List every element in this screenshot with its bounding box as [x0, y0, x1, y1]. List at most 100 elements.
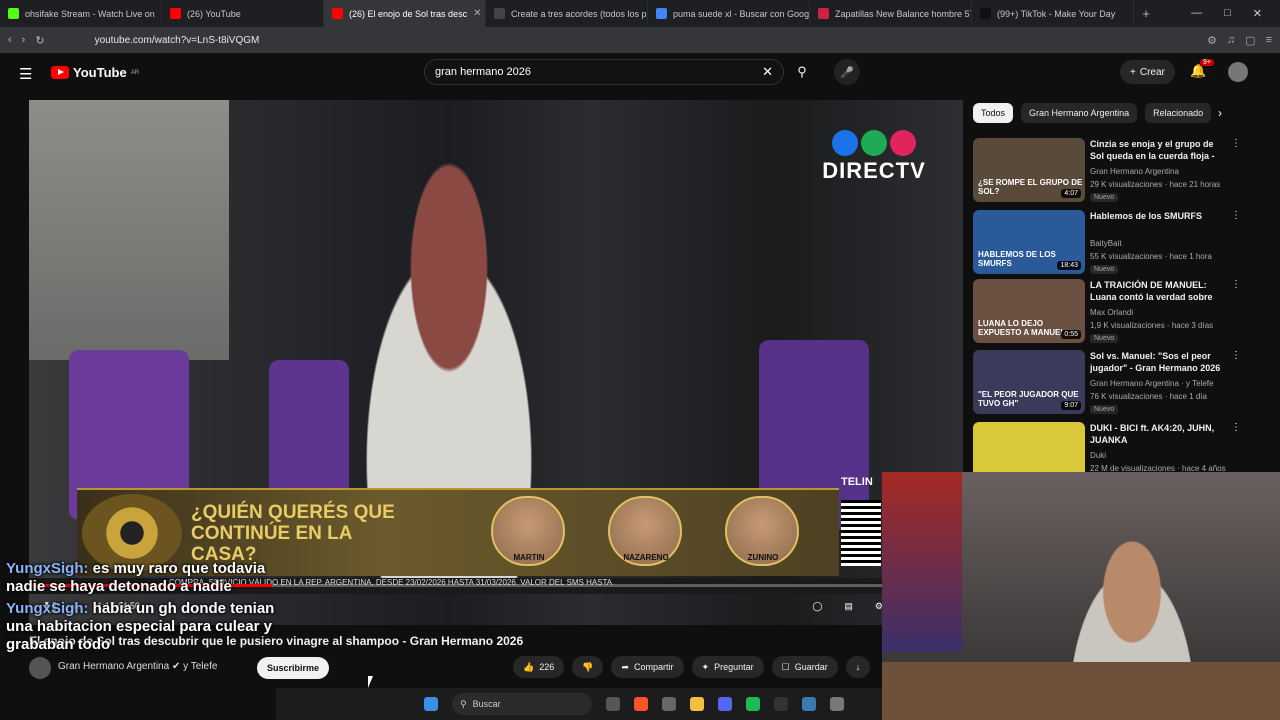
download-icon: ↓: [855, 662, 861, 672]
video-thumbnail[interactable]: LUANA LO DEJO EXPUESTO A MANUEL 0:55: [973, 279, 1085, 343]
recommendation-item[interactable]: ¿SE ROMPE EL GRUPO DE SOL? 4:07 Cinzia se …: [973, 138, 1243, 202]
reload-icon[interactable]: ↻: [35, 34, 44, 47]
video-player[interactable]: DIRECTV ¿QUIÉN QUERÉS QUE CONTINÚE EN LA…: [29, 100, 963, 625]
close-window-icon[interactable]: ✕: [1253, 7, 1262, 20]
like-button[interactable]: 👍 226: [513, 656, 565, 678]
filter-chip[interactable]: Todos: [973, 103, 1014, 123]
recommendation-item[interactable]: "EL PEOR JUGADOR QUE TUVO GH" 9:07 Sol vs.…: [973, 350, 1243, 414]
tab-favicon-icon: [980, 8, 991, 19]
youtube-header: ☰ YouTube AR gran hermano 2026 ✕ ⚲ 🎤 + Cr…: [0, 53, 1280, 93]
browser-tab[interactable]: ohsifake Stream - Watch Live on: [0, 0, 162, 27]
music-icon[interactable]: ♫: [1227, 34, 1235, 47]
channel-avatar[interactable]: [29, 657, 51, 679]
windows-start-icon[interactable]: [424, 697, 438, 711]
filter-chip[interactable]: Relacionado: [1145, 103, 1212, 123]
verified-icon: ✔: [171, 661, 181, 672]
forward-icon[interactable]: ›: [22, 34, 26, 46]
search-icon: ⚲: [797, 64, 807, 79]
discord-icon[interactable]: [718, 697, 732, 711]
minimize-icon[interactable]: —: [1191, 7, 1202, 20]
sponsor-label: TELIN: [841, 476, 873, 488]
recommendation-title[interactable]: Hablemos de los SMURFS: [1090, 210, 1230, 222]
youtube-logo[interactable]: YouTube AR: [51, 65, 139, 80]
video-thumbnail[interactable]: ¿SE ROMPE EL GRUPO DE SOL? 4:07: [973, 138, 1085, 202]
video-thumbnail[interactable]: HABLEMOS DE LOS SMURFS 18:43: [973, 210, 1085, 274]
more-vert-icon[interactable]: ⋮: [1231, 210, 1241, 221]
browser-tab[interactable]: (26) YouTube: [162, 0, 324, 27]
windows-taskbar: ⚲ Buscar: [276, 688, 882, 720]
task-view-icon[interactable]: [606, 697, 620, 711]
directv-dot: [861, 130, 887, 156]
more-vert-icon[interactable]: ⋮: [1231, 422, 1241, 433]
video-thumbnail[interactable]: "EL PEOR JUGADOR QUE TUVO GH" 9:07: [973, 350, 1085, 414]
settings-icon[interactable]: [830, 697, 844, 711]
new-tab-button[interactable]: +: [1134, 6, 1158, 21]
recommendation-item[interactable]: HABLEMOS DE LOS SMURFS 18:43 Hablemos de l…: [973, 210, 1243, 274]
recommendation-title[interactable]: LA TRAICIÓN DE MANUEL: Luana contó la ve…: [1090, 279, 1230, 304]
brave-icon[interactable]: [634, 697, 648, 711]
url-text[interactable]: youtube.com/watch?v=LnS-t8iVQGM: [95, 35, 1197, 46]
create-button[interactable]: + Crear: [1120, 60, 1175, 84]
extension-icon[interactable]: ⚙: [1207, 34, 1217, 47]
recommendation-channel[interactable]: Duki: [1090, 451, 1106, 460]
channel-name[interactable]: Gran Hermano Argentina ✔ y Telefe: [58, 661, 217, 672]
menu-icon[interactable]: ☰: [19, 65, 32, 83]
duration-badge: 18:43: [1057, 261, 1081, 270]
more-vert-icon[interactable]: ⋮: [1231, 279, 1241, 290]
recommendation-title[interactable]: Sol vs. Manuel: "Sos el peor jugador" - …: [1090, 350, 1230, 374]
maximize-icon[interactable]: □: [1224, 7, 1231, 20]
more-vert-icon[interactable]: ⋮: [1231, 138, 1241, 149]
browser-tab[interactable]: puma suede xl - Buscar con Google: [648, 0, 810, 27]
candidate-name: MARTIN: [513, 553, 545, 562]
menu-icon[interactable]: ≡: [1266, 34, 1272, 47]
sidebar-icon[interactable]: ▢: [1245, 34, 1255, 47]
download-button[interactable]: ↓: [845, 656, 871, 678]
candidate-card: MARTIN: [491, 496, 567, 566]
app-icon[interactable]: [802, 697, 816, 711]
subscribe-button[interactable]: Suscribirme: [257, 657, 330, 679]
subtitles-icon[interactable]: ▤: [844, 601, 853, 612]
new-badge: Nuevo: [1090, 265, 1119, 274]
filter-chip[interactable]: Gran Hermano Argentina: [1021, 103, 1138, 123]
dislike-button[interactable]: 👎: [572, 656, 604, 678]
more-vert-icon[interactable]: ⋮: [1231, 350, 1241, 361]
autoplay-icon[interactable]: ◯: [812, 601, 822, 612]
recommendation-title[interactable]: DUKI - BICI ft. AK4:20, JUHN, JUANKA: [1090, 422, 1230, 446]
video-actions: 👍 226 👎 ➦ Compartir ✦ Preguntar ☐ Guardar ↓: [513, 656, 871, 678]
filter-chips: Todos Gran Hermano Argentina Relacionado: [973, 103, 1212, 123]
close-icon[interactable]: ✕: [473, 8, 481, 19]
obs-icon[interactable]: [774, 697, 788, 711]
directv-logo: DIRECTV: [819, 130, 929, 184]
avatar[interactable]: [1228, 62, 1248, 82]
save-button[interactable]: ☐ Guardar: [771, 656, 838, 678]
clear-icon[interactable]: ✕: [762, 64, 773, 80]
recommendation-title[interactable]: Cinzia se enoja y el grupo de Sol queda …: [1090, 138, 1230, 163]
browser-tab[interactable]: Zapatillas New Balance hombre 574: [810, 0, 972, 27]
spotify-icon[interactable]: [746, 697, 760, 711]
new-badge: Nuevo: [1090, 405, 1119, 414]
app-icon[interactable]: [662, 697, 676, 711]
back-icon[interactable]: ‹: [8, 34, 12, 46]
taskbar-search[interactable]: ⚲ Buscar: [452, 693, 592, 715]
share-icon: ➦: [621, 661, 630, 672]
duration-badge: 9:07: [1061, 401, 1081, 410]
search-input[interactable]: gran hermano 2026 ✕: [424, 59, 784, 85]
mic-button[interactable]: 🎤: [834, 59, 860, 85]
candidate-card: NAZARENO: [608, 496, 684, 566]
search-button[interactable]: ⚲: [786, 59, 818, 85]
recommendation-channel[interactable]: BaityBait: [1090, 239, 1122, 248]
recommendation-channel[interactable]: Max Orlandi: [1090, 308, 1133, 317]
webcam-poster: [882, 472, 962, 652]
chevron-right-icon[interactable]: ›: [1218, 106, 1222, 120]
recommendation-channel[interactable]: Gran Hermano Argentina: [1090, 167, 1179, 176]
plus-icon: +: [1130, 66, 1136, 78]
folder-icon[interactable]: [690, 697, 704, 711]
recommendation-channel[interactable]: Gran Hermano Argentina · y Telefe: [1090, 379, 1213, 388]
browser-tab[interactable]: Create a tres acordes (todos los per: [486, 0, 648, 27]
recommendation-item[interactable]: LUANA LO DEJO EXPUESTO A MANUEL 0:55 LA TR…: [973, 279, 1243, 343]
candidate-name: ZUNINO: [747, 553, 779, 562]
ask-button[interactable]: ✦ Preguntar: [691, 656, 764, 678]
share-button[interactable]: ➦ Compartir: [611, 656, 684, 678]
browser-tab[interactable]: (26) El enojo de Sol tras desc ✕: [324, 0, 486, 27]
browser-tab[interactable]: (99+) TikTok - Make Your Day: [972, 0, 1134, 27]
